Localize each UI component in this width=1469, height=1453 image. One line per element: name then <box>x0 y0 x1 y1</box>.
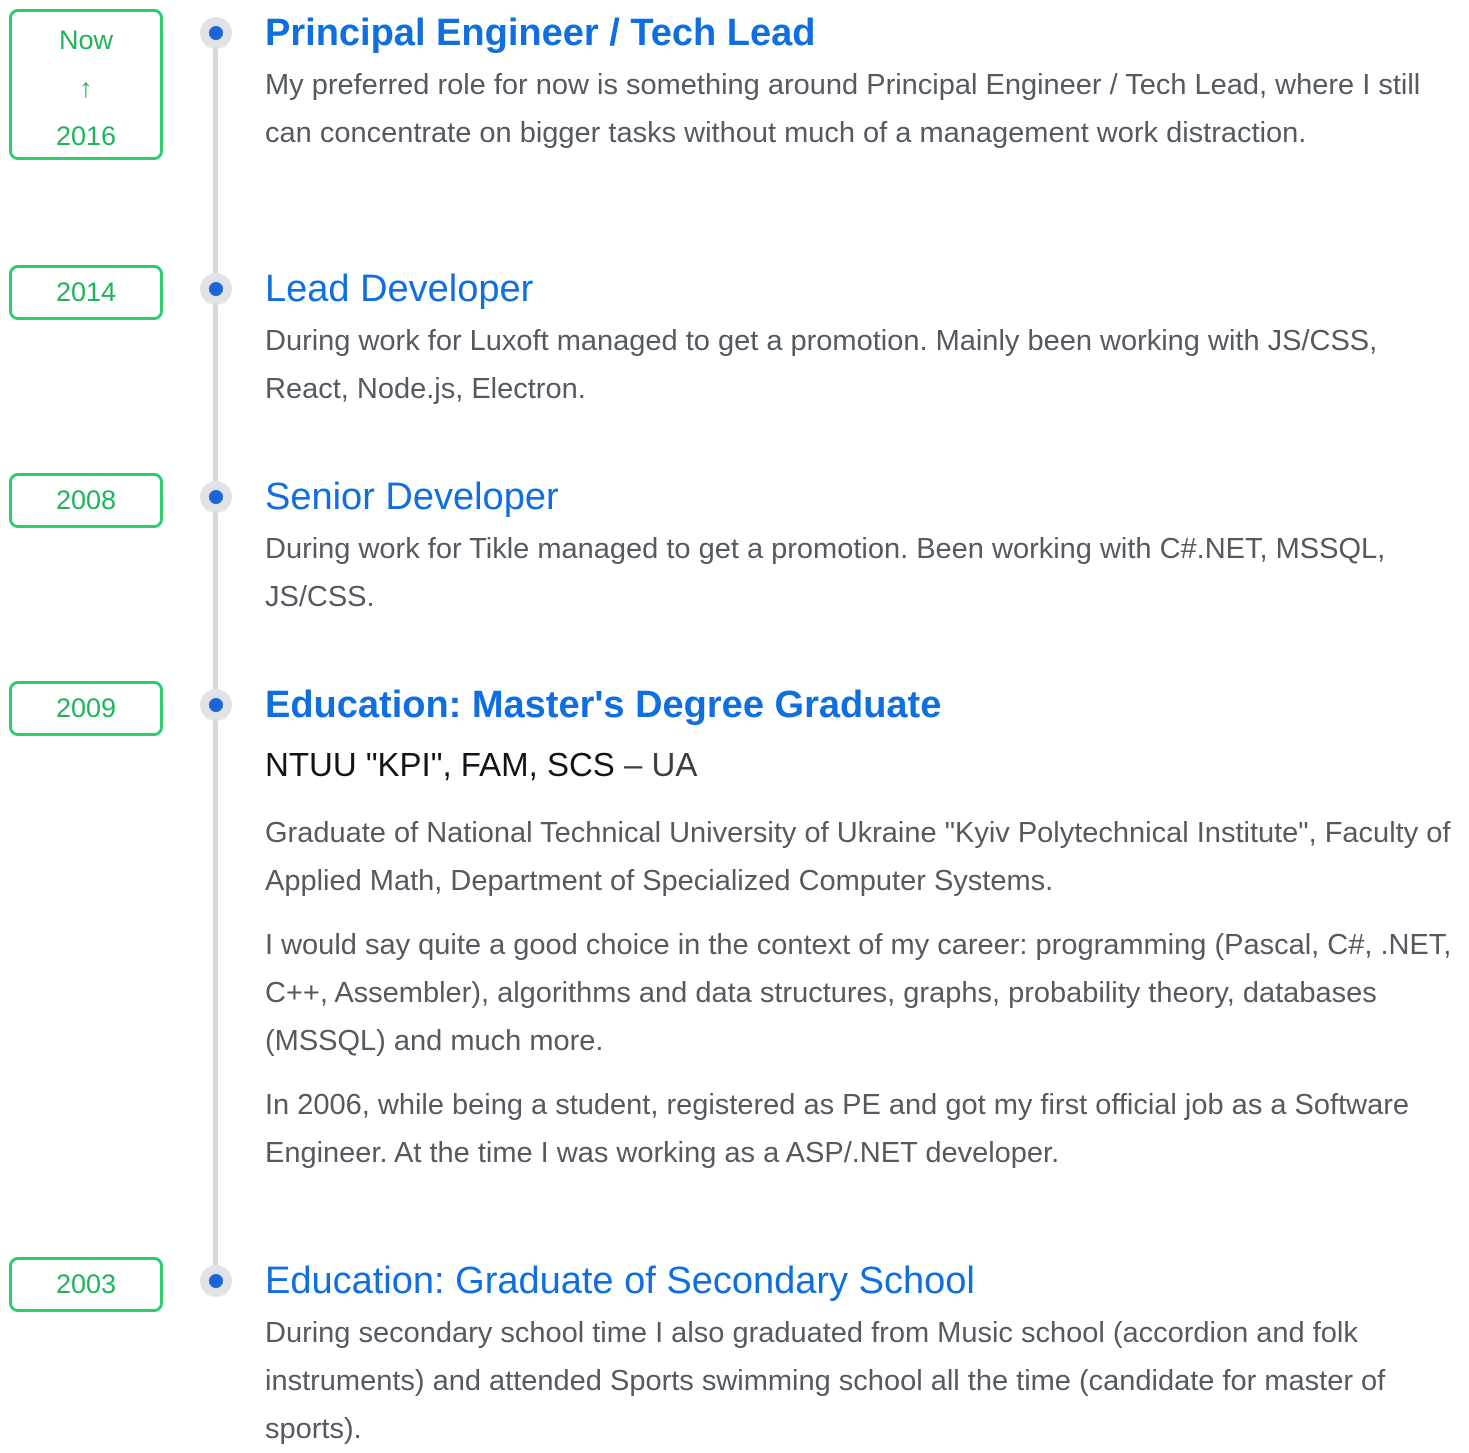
entry-description: During work for Tikle managed to get a p… <box>265 533 1386 613</box>
timeline-dot <box>200 1265 232 1297</box>
up-arrow-icon: ↑ <box>79 73 93 103</box>
entry-paragraph: In 2006, while being a student, register… <box>265 1089 1409 1169</box>
date-to: 2016 <box>55 121 117 151</box>
date-badge: 2003 <box>9 1257 163 1312</box>
date-badge: 2014 <box>9 265 163 320</box>
date-badge: 2008 <box>9 473 163 528</box>
entry-description: My preferred role for now is something a… <box>265 69 1421 149</box>
institution-name: NTUU "KPI", FAM, SCS <box>265 746 615 783</box>
entry-paragraph: Graduate of National Technical Universit… <box>265 817 1451 897</box>
date-from: Now <box>58 25 113 55</box>
entry-title: Lead Developer <box>265 268 534 310</box>
entry-description: During secondary school time I also grad… <box>265 1317 1386 1445</box>
entry-paragraph: I would say quite a good choice in the c… <box>265 929 1452 1057</box>
entry-title: Education: Master's Degree Graduate <box>265 684 942 726</box>
location-separator: – <box>614 746 652 783</box>
entry-title: Senior Developer <box>265 476 559 518</box>
timeline-dot <box>200 689 232 721</box>
entry-title: Education: Graduate of Secondary School <box>265 1260 975 1302</box>
institution-line: NTUU "KPI", FAM, SCS – UA <box>265 741 1455 789</box>
institution-location: UA <box>651 746 698 783</box>
date-range-badge: Now ↑ 2016 <box>9 9 163 160</box>
timeline-dot <box>200 17 232 49</box>
timeline-dot <box>200 481 232 513</box>
entry-description: During work for Luxoft managed to get a … <box>265 325 1378 405</box>
timeline-line <box>213 34 218 1284</box>
timeline-dot <box>200 273 232 305</box>
entry-title: Principal Engineer / Tech Lead <box>265 12 816 54</box>
date-badge: 2009 <box>9 681 163 736</box>
